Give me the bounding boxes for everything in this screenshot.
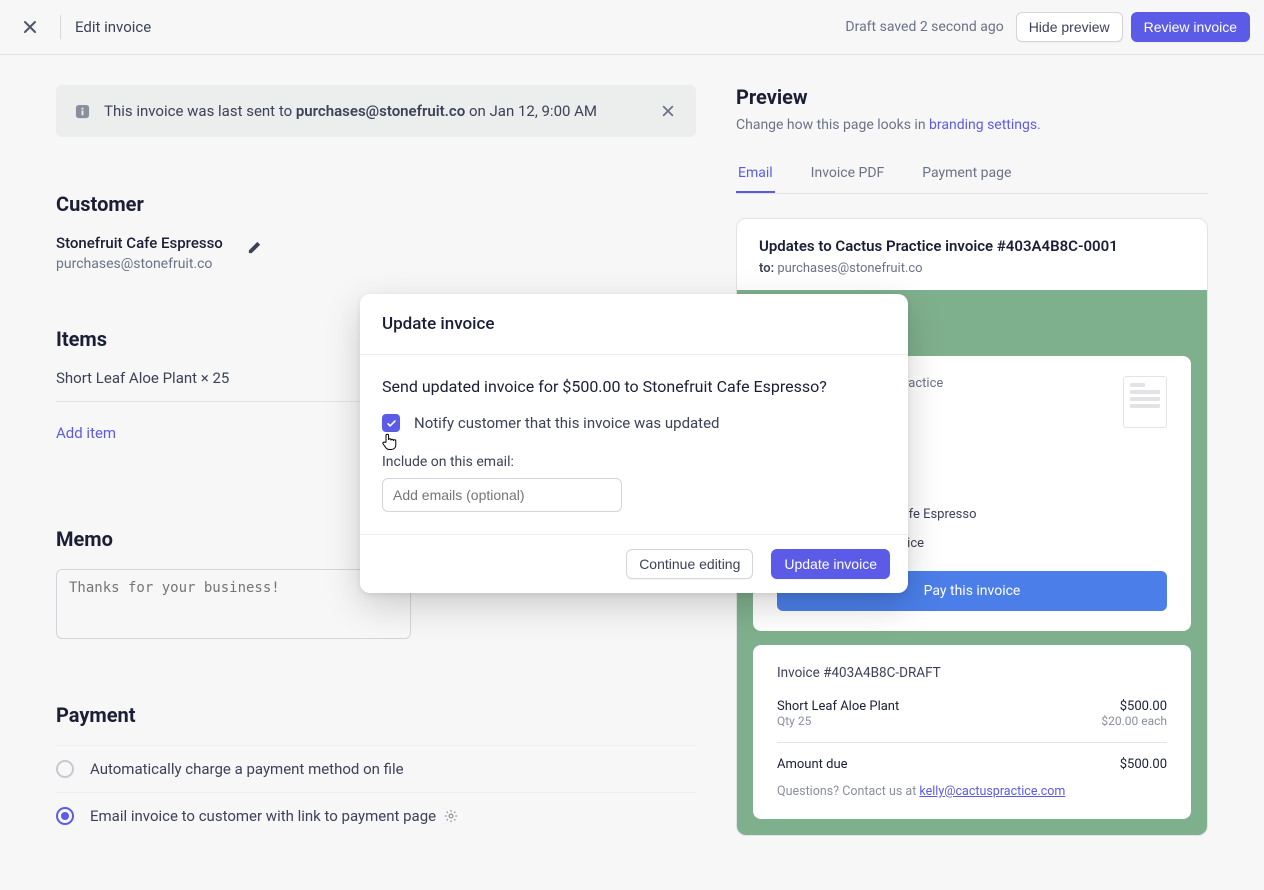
notify-customer-label: Notify customer that this invoice was up… [414, 414, 720, 432]
notify-customer-row[interactable]: Notify customer that this invoice was up… [382, 414, 886, 432]
amount-due-value: $500.00 [1120, 757, 1167, 772]
hide-preview-button[interactable]: Hide preview [1016, 12, 1123, 42]
customer-heading: Customer [56, 192, 696, 216]
customer-email: purchases@stonefruit.co [56, 256, 223, 272]
review-invoice-button[interactable]: Review invoice [1131, 12, 1250, 42]
branding-settings-link[interactable]: branding settings. [929, 117, 1041, 133]
tab-email[interactable]: Email [736, 155, 775, 193]
summary-item-qty: Qty 25 [777, 714, 899, 728]
close-icon[interactable] [14, 11, 46, 43]
amount-due-label: Amount due [777, 757, 848, 772]
payment-heading: Payment [56, 703, 696, 727]
summary-item-each: $20.00 each [1101, 714, 1167, 728]
checkbox-checked-icon [382, 414, 400, 432]
radio-selected-icon [56, 807, 74, 825]
payment-option-auto-label: Automatically charge a payment method on… [90, 760, 404, 778]
info-icon [72, 101, 92, 121]
tab-invoice-pdf[interactable]: Invoice PDF [809, 155, 887, 193]
preview-subtext: Change how this page looks in [736, 117, 929, 133]
summary-item-name: Short Leaf Aloe Plant [777, 699, 899, 714]
update-invoice-dialog: Update invoice Send updated invoice for … [360, 294, 908, 593]
gear-icon[interactable] [444, 809, 458, 823]
topbar: Edit invoice Draft saved 2 second ago Hi… [0, 0, 1264, 55]
last-sent-banner: This invoice was last sent to purchases@… [56, 85, 696, 137]
email-to-address: purchases@stonefruit.co [777, 261, 922, 276]
email-to-label: to: [759, 261, 774, 276]
contact-text: Questions? Contact us at [777, 784, 919, 799]
banner-email: purchases@stonefruit.co [296, 102, 465, 120]
payment-option-auto[interactable]: Automatically charge a payment method on… [56, 745, 696, 792]
summary-title: Invoice #403A4B8C-DRAFT [777, 665, 1167, 681]
radio-unselected-icon [56, 760, 74, 778]
include-emails-label: Include on this email: [382, 454, 886, 470]
update-invoice-button[interactable]: Update invoice [771, 549, 890, 579]
payment-option-email-label: Email invoice to customer with link to p… [90, 807, 436, 825]
draft-status: Draft saved 2 second ago [845, 19, 1003, 35]
include-emails-input[interactable] [382, 478, 622, 512]
topbar-divider [60, 15, 61, 39]
banner-text-prefix: This invoice was last sent to [104, 102, 296, 120]
page-title: Edit invoice [75, 18, 151, 36]
edit-customer-icon[interactable] [247, 240, 262, 255]
memo-input[interactable] [56, 569, 411, 639]
dialog-title: Update invoice [360, 294, 908, 355]
summary-item-total: $500.00 [1101, 699, 1167, 714]
email-subject: Updates to Cactus Practice invoice #403A… [737, 219, 1207, 261]
payment-option-email[interactable]: Email invoice to customer with link to p… [56, 792, 696, 839]
dialog-question: Send updated invoice for $500.00 to Ston… [382, 377, 886, 396]
preview-tabs: Email Invoice PDF Payment page [736, 155, 1208, 194]
add-item-link[interactable]: Add item [56, 424, 116, 442]
customer-name: Stonefruit Cafe Espresso [56, 234, 223, 252]
document-icon [1123, 376, 1167, 428]
tab-payment-page[interactable]: Payment page [920, 155, 1013, 193]
continue-editing-button[interactable]: Continue editing [626, 549, 753, 579]
preview-heading: Preview [736, 85, 1208, 109]
cursor-pointer-icon [381, 432, 397, 450]
banner-text-suffix: on Jan 12, 9:00 AM [465, 102, 597, 120]
banner-dismiss-icon[interactable] [656, 99, 680, 123]
contact-email-link[interactable]: kelly@cactuspractice.com [919, 784, 1065, 799]
